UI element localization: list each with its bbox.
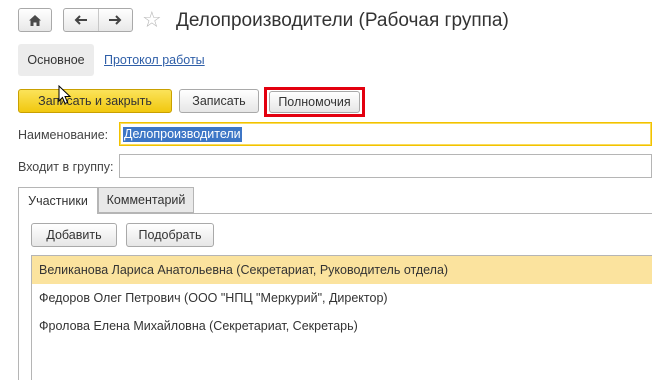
window-title: Делопроизводители (Рабочая группа) (176, 10, 509, 31)
home-button[interactable] (18, 8, 52, 32)
list-item[interactable]: Фролова Елена Михайловна (Секретариат, С… (32, 312, 652, 340)
name-value: Делопроизводители (123, 127, 242, 142)
navigation-arrows (63, 8, 133, 32)
home-icon (29, 14, 41, 26)
members-list: Великанова Лариса Анатольевна (Секретари… (31, 255, 652, 380)
group-field[interactable] (119, 154, 652, 178)
name-label: Наименование: (18, 128, 109, 142)
pick-button[interactable]: Подобрать (126, 223, 214, 247)
back-arrow-icon (74, 15, 87, 25)
tab-main[interactable]: Основное (18, 44, 94, 76)
name-field[interactable]: Делопроизводители (119, 122, 652, 146)
forward-arrow-icon (109, 15, 122, 25)
tab-comment[interactable]: Комментарий (98, 187, 194, 213)
list-item[interactable]: Великанова Лариса Анатольевна (Секретари… (32, 256, 652, 284)
tab-members[interactable]: Участники (18, 187, 98, 214)
list-item[interactable]: Федоров Олег Петрович (ООО "НПЦ "Меркури… (32, 284, 652, 312)
back-button[interactable] (64, 9, 99, 31)
work-log-link[interactable]: Протокол работы (104, 53, 205, 67)
save-and-close-button[interactable]: Записать и закрыть (18, 89, 172, 113)
permissions-button[interactable]: Полномочия (269, 91, 360, 113)
save-button[interactable]: Записать (179, 89, 259, 113)
star-icon[interactable]: ☆ (142, 7, 162, 33)
group-label: Входит в группу: (18, 160, 114, 174)
forward-button[interactable] (99, 9, 133, 31)
add-button[interactable]: Добавить (31, 223, 117, 247)
mouse-cursor-icon (58, 85, 72, 105)
